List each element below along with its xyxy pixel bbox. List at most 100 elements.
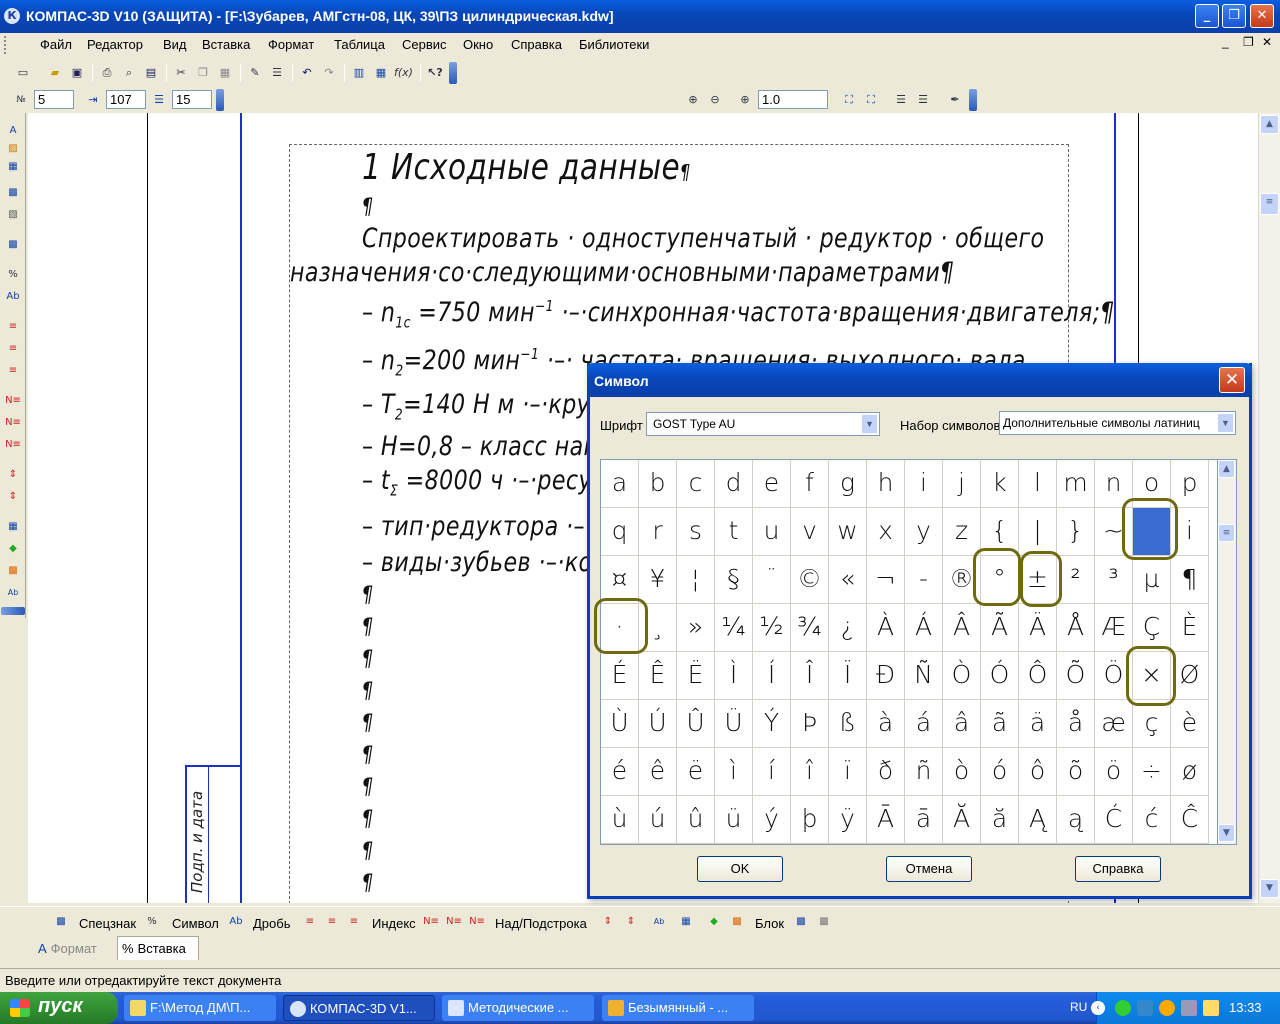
menu-window[interactable]: Окно (463, 37, 493, 52)
table-icon[interactable]: ▦ (5, 159, 21, 175)
scroll-down-icon[interactable]: ▼ (1260, 879, 1279, 898)
symbol-cell[interactable]: Ì (715, 652, 753, 700)
block-icon-2[interactable]: ▩ (815, 913, 833, 931)
chevron-down-icon[interactable]: ▼ (861, 414, 878, 434)
symbol-cell[interactable]: j (943, 460, 981, 508)
symbol-cell[interactable]: ú (639, 796, 677, 844)
symbol-cell[interactable]: ý (753, 796, 791, 844)
index-button[interactable]: Индекс (372, 916, 416, 931)
align-justify-icon[interactable]: ☰ (914, 91, 932, 109)
fraction-icon-3[interactable]: ≡ (5, 363, 21, 379)
symbol-cell[interactable]: à (867, 700, 905, 748)
over-under-button[interactable]: Над/Подстрока (495, 916, 587, 931)
symbol-cell[interactable]: õ (1057, 748, 1095, 796)
symbol-cell[interactable]: ô (1019, 748, 1057, 796)
symbol-cell[interactable]: v (791, 508, 829, 556)
symbol-cell[interactable]: è (1171, 700, 1209, 748)
redo-icon[interactable]: ↷ (320, 64, 338, 82)
task-word[interactable]: Методические ... (442, 995, 594, 1021)
tab-format[interactable]: A Формат (32, 938, 114, 960)
symbol-cell[interactable]: µ (1133, 556, 1171, 604)
symbol-cell[interactable]: ø (1171, 748, 1209, 796)
symbol-cell[interactable]: Þ (791, 700, 829, 748)
symbol-cell[interactable]: ì (715, 748, 753, 796)
symbol-cell[interactable]: ï (829, 748, 867, 796)
preview-icon[interactable]: ⌕ (120, 64, 138, 82)
symbol-cell[interactable]: ā (905, 796, 943, 844)
symbol-cell[interactable]: c (677, 460, 715, 508)
symbol-cell[interactable]: Õ (1057, 652, 1095, 700)
symbol-cell[interactable]: i (905, 460, 943, 508)
minimize-button[interactable]: _ (1195, 4, 1219, 28)
symbol-cell[interactable]: Ą (1019, 796, 1057, 844)
toolbar-grip[interactable] (449, 62, 457, 84)
symbol-cell[interactable]: h (867, 460, 905, 508)
symbol-cell[interactable]: - (905, 556, 943, 604)
symbol-cell[interactable]: ² (1057, 556, 1095, 604)
symbol-cell[interactable]: ¬ (867, 556, 905, 604)
save-icon[interactable]: ▣ (68, 64, 86, 82)
symbol-cell[interactable]: ð (867, 748, 905, 796)
list-icon[interactable]: ☰ (268, 64, 286, 82)
undo-icon[interactable]: ↶ (298, 64, 316, 82)
paste-icon[interactable]: ▦ (216, 64, 234, 82)
symbol-cell[interactable]: ½ (753, 604, 791, 652)
tree-icon[interactable]: ▦ (372, 64, 390, 82)
table-insert-icon[interactable]: ▦ (677, 913, 695, 931)
tab-insert[interactable]: % Вставка (117, 936, 199, 960)
messenger-icon[interactable] (1159, 1000, 1175, 1016)
menu-editor[interactable]: Редактор (87, 37, 143, 52)
close-button[interactable]: ✕ (1250, 4, 1274, 28)
symbol-cell[interactable]: Ò (943, 652, 981, 700)
menu-view[interactable]: Вид (163, 37, 187, 52)
symbol-cell[interactable]: k (981, 460, 1019, 508)
symbol-cell[interactable]: Í (753, 652, 791, 700)
fit-width-icon[interactable]: ⛶ (862, 91, 880, 109)
index-icon-3[interactable]: N≡ (5, 437, 21, 453)
symbol-cell[interactable]: ¶ (1171, 556, 1209, 604)
symbol-icon[interactable]: Ab (5, 289, 21, 305)
align-left-icon[interactable]: ☰ (892, 91, 910, 109)
fraction-icon-2[interactable]: ≡ (323, 913, 341, 931)
help-button[interactable]: Справка (1075, 856, 1161, 882)
task-explorer[interactable]: F:\Метод ДМ\П... (124, 995, 276, 1021)
symbol-cell[interactable]: } (1057, 508, 1095, 556)
image-icon[interactable]: ▩ (5, 237, 21, 253)
symbol-cell[interactable]: t (715, 508, 753, 556)
chevron-down-icon[interactable]: ▼ (1217, 413, 1234, 433)
symbol-cell[interactable]: d (715, 460, 753, 508)
symbol-cell[interactable]: x (867, 508, 905, 556)
symbol-cell[interactable]: ù (601, 796, 639, 844)
monitor-icon[interactable] (1181, 1000, 1197, 1016)
symbol-cell[interactable]: Å (1057, 604, 1095, 652)
doc-close-icon[interactable]: ✕ (1262, 35, 1272, 49)
zoom-out-icon[interactable]: ⊖ (706, 91, 724, 109)
symbol-cell[interactable]: Á (905, 604, 943, 652)
vertical-text-icon[interactable]: Ab (5, 585, 21, 601)
dialog-close-button[interactable]: ✕ (1219, 367, 1245, 393)
toolbar-grip[interactable] (1, 607, 25, 615)
symbol-cell[interactable]: á (905, 700, 943, 748)
over-icon-2[interactable]: ⇕ (5, 489, 21, 505)
fraction-button[interactable]: Дробь (253, 916, 290, 931)
properties-icon[interactable]: ▤ (142, 64, 160, 82)
font-select[interactable]: GOST Type AU ▼ (646, 412, 880, 436)
symbol-cell[interactable]: f (791, 460, 829, 508)
symbol-cell[interactable]: Ï (829, 652, 867, 700)
picture-icon[interactable]: ▩ (728, 913, 746, 931)
index-icon-2[interactable]: N≡ (445, 913, 463, 931)
cancel-button[interactable]: Отмена (886, 856, 972, 882)
scroll-up-icon[interactable]: ▲ (1260, 115, 1279, 134)
symbol-cell[interactable]: ¾ (791, 604, 829, 652)
symbol-cell[interactable]: q (601, 508, 639, 556)
symbol-cell[interactable]: Â (943, 604, 981, 652)
zoom-field[interactable]: 1.0 (758, 90, 828, 109)
task-paint[interactable]: Безымянный - ... (602, 995, 754, 1021)
fraction-icon-1[interactable]: ≡ (5, 319, 21, 335)
variables-icon[interactable]: f(x) (394, 64, 413, 82)
symbol-cell[interactable]: î (791, 748, 829, 796)
new-icon[interactable]: ▭ (14, 64, 32, 82)
index-icon-2[interactable]: N≡ (5, 415, 21, 431)
document-scrollbar[interactable]: ▲ ≡ ▼ (1258, 113, 1280, 903)
copy-icon[interactable]: ❐ (194, 64, 212, 82)
